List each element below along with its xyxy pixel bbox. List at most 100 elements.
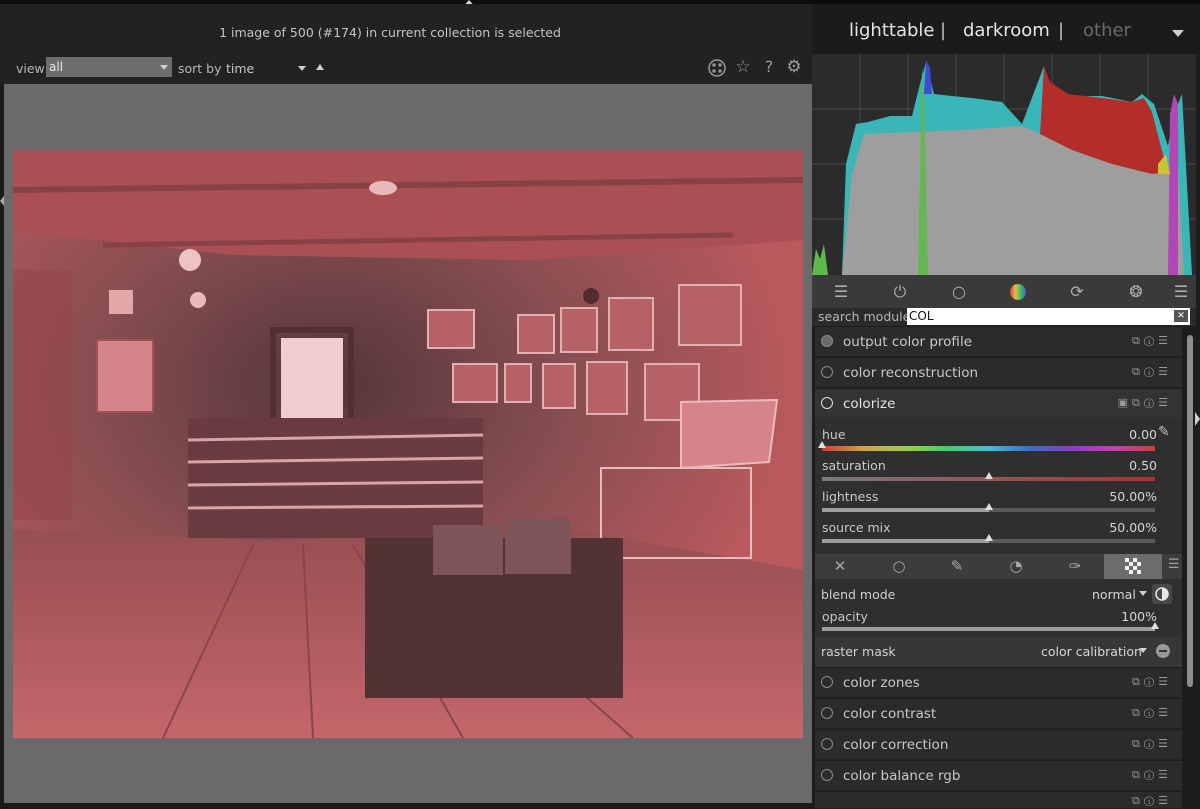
module-actions-icon[interactable]: ⧉ⓘ☰ <box>1132 334 1172 348</box>
slider-value: 0.00 <box>1129 427 1157 442</box>
grouping-icon[interactable] <box>706 58 728 80</box>
blend-mode-combobox[interactable]: normal <box>1092 587 1136 602</box>
reverse-blend-toggle[interactable] <box>1152 584 1172 604</box>
chevron-down-icon[interactable] <box>1172 30 1184 37</box>
module-power-icon[interactable] <box>821 707 833 719</box>
module-name: color balance rgb <box>843 768 961 784</box>
other-views-dropdown[interactable]: other <box>1083 20 1131 41</box>
bottom-filmstrip-border <box>0 803 812 809</box>
search-module-input[interactable]: COL <box>907 308 1190 325</box>
slider-knob[interactable] <box>985 472 993 479</box>
module-color-zones[interactable]: color zones ⧉ⓘ☰ <box>815 668 1182 698</box>
view-filter-combobox[interactable]: all <box>46 57 172 77</box>
reverse-blend-icon <box>1155 587 1169 601</box>
module-power-icon[interactable] <box>821 738 833 750</box>
module-partially-visible[interactable]: ⧉ⓘ☰ <box>815 792 1182 809</box>
module-power-icon[interactable] <box>821 335 833 347</box>
active-modules-icon[interactable]: ⏻ <box>889 283 911 301</box>
source-mix-slider[interactable]: source mix 50.00% <box>822 514 1157 545</box>
module-actions-icon[interactable]: ⧉ⓘ☰ <box>1132 737 1172 751</box>
slider-knob[interactable] <box>985 503 993 510</box>
slider-fill <box>822 508 989 512</box>
lighttable-view-link[interactable]: lighttable <box>849 20 934 41</box>
selection-status: 1 image of 500 (#174) in current collect… <box>219 25 561 40</box>
module-name: color correction <box>843 737 949 753</box>
slider-label: lightness <box>822 489 879 504</box>
sort-order-icon[interactable] <box>316 64 324 70</box>
module-name: color reconstruction <box>843 365 979 381</box>
module-color-balance-rgb[interactable]: color balance rgb ⧉ⓘ☰ <box>815 761 1182 791</box>
module-power-icon[interactable] <box>821 397 833 409</box>
off-icon[interactable]: ✕ <box>815 554 865 579</box>
slider-label: hue <box>822 427 846 442</box>
blend-presets-icon[interactable]: ☰ <box>1168 557 1180 572</box>
raster-mask-icon[interactable] <box>1104 554 1162 579</box>
module-actions-icon[interactable]: ⧉ⓘ☰ <box>1132 706 1172 720</box>
color-picker-icon[interactable]: ✎ <box>1158 424 1170 440</box>
module-color-reconstruction[interactable]: color reconstruction ⧉ⓘ☰ <box>815 358 1182 388</box>
slider-knob[interactable] <box>1151 622 1159 629</box>
module-actions-icon[interactable]: ▣⧉ⓘ☰ <box>1118 396 1172 410</box>
slider-knob[interactable] <box>985 534 993 541</box>
saturation-slider[interactable]: saturation 0.50 <box>822 452 1157 483</box>
gear-icon[interactable]: ⚙ <box>783 57 805 79</box>
histogram[interactable] <box>812 54 1196 275</box>
slider-label: opacity <box>822 609 868 624</box>
drawn-mask-icon[interactable]: ✎ <box>932 554 982 579</box>
view-filter-value: all <box>49 60 64 74</box>
module-output-color-profile[interactable]: output color profile ⧉ⓘ☰ <box>815 327 1182 357</box>
raster-mask-source-combobox[interactable]: color calibration <box>1041 644 1142 659</box>
module-power-icon[interactable] <box>821 366 833 378</box>
module-actions-icon[interactable]: ⧉ⓘ☰ <box>1132 675 1172 689</box>
base-icon[interactable]: ○ <box>948 283 970 301</box>
star-icon[interactable]: ☆ <box>732 57 754 79</box>
module-color-contrast[interactable]: color contrast ⧉ⓘ☰ <box>815 699 1182 729</box>
help-icon[interactable]: ? <box>758 57 780 79</box>
chevron-down-icon[interactable] <box>1139 648 1147 653</box>
left-panel-toggle-icon[interactable] <box>0 196 4 206</box>
raster-mask-toggle-icon[interactable] <box>1156 644 1170 658</box>
module-color-correction[interactable]: color correction ⧉ⓘ☰ <box>815 730 1182 760</box>
slider-knob[interactable] <box>818 441 826 448</box>
right-panel-toggle-icon[interactable] <box>1195 412 1200 426</box>
module-colorize[interactable]: colorize ▣⧉ⓘ☰ <box>815 389 1182 419</box>
correct-icon[interactable]: ⟳ <box>1066 283 1088 301</box>
slider-value: 0.50 <box>1129 458 1157 473</box>
hue-gradient-track <box>822 446 1155 451</box>
module-name: color contrast <box>843 706 937 722</box>
drawn-parametric-icon[interactable]: ✑ <box>1050 554 1100 579</box>
presets-menu-icon[interactable]: ☰ <box>1170 283 1192 301</box>
modules-scrollbar[interactable] <box>1187 335 1193 687</box>
chevron-down-icon <box>160 65 168 70</box>
darkroom-view-link[interactable]: darkroom <box>963 20 1050 41</box>
slider-label: source mix <box>822 520 891 535</box>
module-actions-icon[interactable]: ⧉ⓘ☰ <box>1132 365 1172 379</box>
module-actions-icon[interactable]: ⧉ⓘ☰ <box>1132 768 1172 782</box>
sort-chevron-down-icon[interactable] <box>298 66 306 71</box>
chevron-down-icon[interactable] <box>1139 591 1147 596</box>
uniformly-icon[interactable]: ○ <box>874 554 924 579</box>
raster-mask-label: raster mask <box>821 644 896 659</box>
parametric-mask-icon[interactable]: ◔ <box>991 554 1041 579</box>
module-power-icon[interactable] <box>821 676 833 688</box>
view-separator: | <box>940 20 947 41</box>
sort-combobox[interactable]: time <box>226 61 254 76</box>
color-icon-svg <box>1010 284 1026 300</box>
color-icon[interactable] <box>1007 283 1029 301</box>
image-preview[interactable] <box>13 150 803 738</box>
quick-access-icon[interactable]: ☰ <box>830 283 852 301</box>
module-power-icon[interactable] <box>821 769 833 781</box>
clear-search-icon[interactable]: ✕ <box>1174 310 1188 322</box>
search-module-label: search module <box>818 309 911 324</box>
opacity-slider[interactable]: opacity 100% <box>822 603 1159 634</box>
view-label: view <box>16 61 45 76</box>
grouping-icon-svg <box>708 59 726 77</box>
hue-slider[interactable]: hue 0.00 <box>818 421 1157 452</box>
histogram-svg <box>812 54 1196 275</box>
effect-icon[interactable]: ❂ <box>1125 283 1147 301</box>
minus-icon <box>1159 650 1167 652</box>
lightness-slider[interactable]: lightness 50.00% <box>822 483 1157 514</box>
slider-fill <box>822 627 1155 631</box>
slider-value: 50.00% <box>1109 520 1157 535</box>
module-actions-icon[interactable]: ⧉ⓘ☰ <box>1132 794 1172 808</box>
